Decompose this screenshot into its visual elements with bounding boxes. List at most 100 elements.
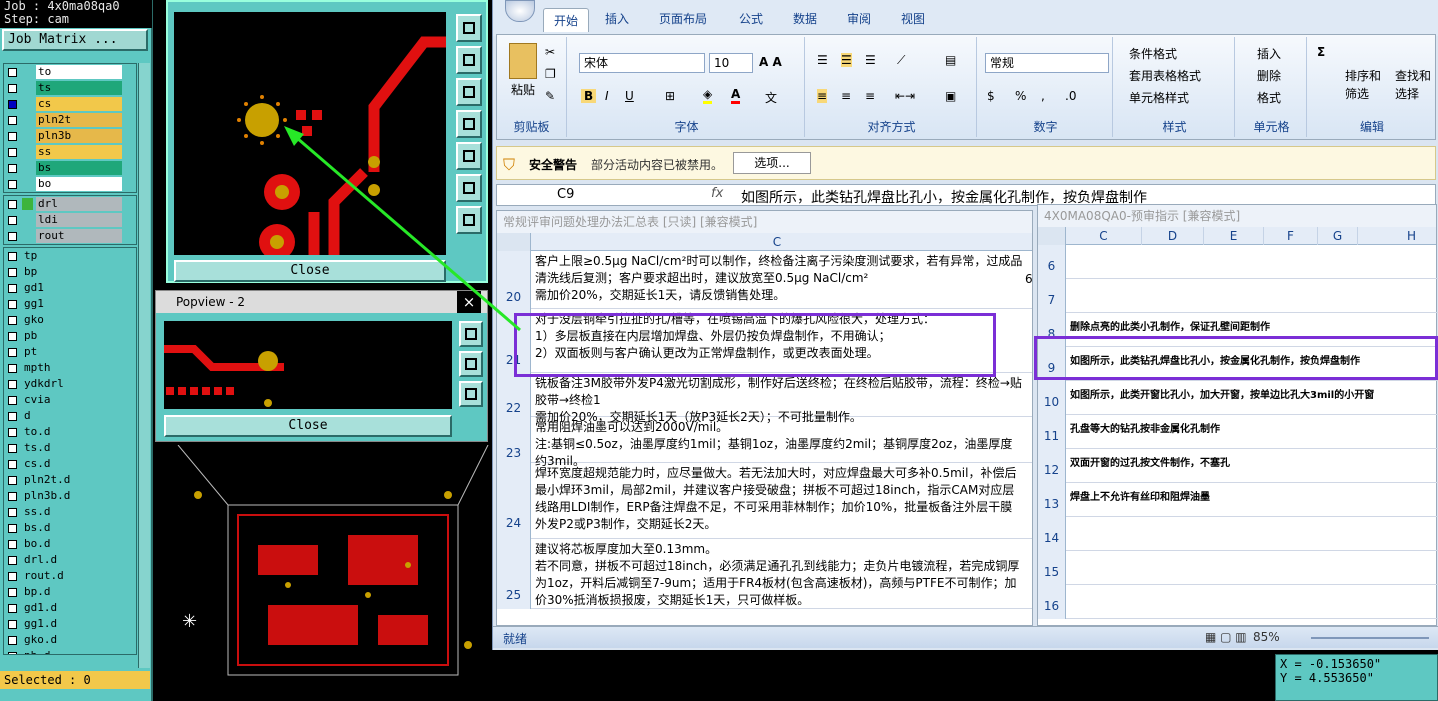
row-header[interactable]: 15 — [1038, 551, 1066, 585]
sort-filter-button[interactable]: 排序和 — [1345, 67, 1381, 84]
cell-text[interactable]: 删除点亮的此类小孔制作，保证孔壁间距制作 — [1070, 321, 1436, 335]
layer-row[interactable]: bs.d — [4, 520, 136, 536]
align-top-icon[interactable]: ☰ — [817, 53, 828, 67]
layer-row[interactable]: bo — [4, 176, 136, 192]
table-row[interactable]: 11 孔盘等大的钻孔按非金属化孔制作 — [1038, 415, 1438, 449]
column-header[interactable]: C — [1066, 227, 1142, 245]
align-right-icon[interactable]: ≡ — [865, 89, 875, 103]
ribbon-tab[interactable]: 公式 — [739, 10, 763, 27]
format-as-table-button[interactable]: 套用表格格式 — [1129, 67, 1201, 84]
font-name-select[interactable]: 宋体 — [579, 53, 705, 73]
layer-checkbox[interactable] — [8, 215, 17, 225]
layer-row[interactable]: pb — [4, 328, 136, 344]
paste-icon[interactable] — [509, 43, 537, 79]
layer-checkbox[interactable] — [8, 199, 17, 209]
layer-checkbox[interactable] — [8, 83, 17, 93]
border-icon[interactable]: ⊞ — [665, 89, 675, 103]
row-header[interactable]: 6 — [1038, 245, 1066, 279]
layer-row[interactable]: rout.d — [4, 568, 136, 584]
pan-right-tool[interactable] — [456, 142, 482, 170]
table-row[interactable]: 10 如图所示，此类开窗比孔小，加大开窗，按单边比孔大3mil的小开窗 — [1038, 381, 1438, 415]
cell-text[interactable]: 客户上限≥0.5μg NaCl/cm²时可以制作，终检备注离子污染度测试要求，若… — [535, 253, 1023, 304]
popview-up-tool[interactable] — [459, 351, 483, 377]
zoom-out-tool[interactable] — [456, 206, 482, 234]
cell-text[interactable]: 焊环宽度超规范能力时，应尽量做大。若无法加大时，对应焊盘最大可多补0.5mil，… — [535, 465, 1023, 533]
zoom-slider[interactable] — [1311, 637, 1429, 639]
layer-row[interactable]: mpth — [4, 360, 136, 376]
layer-checkbox[interactable] — [8, 587, 17, 597]
cell-text[interactable]: 建议将芯板厚度加大至0.13mm。 若不同意，拼板不可超过18inch，必须满足… — [535, 541, 1023, 609]
layer-row[interactable]: drl — [4, 196, 136, 212]
copy-icon[interactable]: ❐ — [545, 67, 556, 81]
table-row[interactable]: 13 焊盘上不允许有丝印和阻焊油墨 — [1038, 483, 1438, 517]
format-button[interactable]: 格式 — [1257, 89, 1281, 106]
table-row[interactable]: 12 双面开窗的过孔按文件制作，不塞孔 — [1038, 449, 1438, 483]
bold-button[interactable]: B — [581, 89, 597, 103]
table-row[interactable]: 7 — [1038, 279, 1438, 313]
layer-row[interactable]: pln3b.d — [4, 488, 136, 504]
layer-row[interactable]: bp.d — [4, 584, 136, 600]
cell-styles-button[interactable]: 单元格样式 — [1129, 89, 1189, 106]
column-header[interactable]: H — [1358, 227, 1438, 245]
cell-text[interactable]: 双面开窗的过孔按文件制作，不塞孔 — [1070, 457, 1436, 471]
select-all-corner-right[interactable] — [1038, 227, 1066, 245]
layer-row[interactable]: pln2t.d — [4, 472, 136, 488]
row-header[interactable]: 20 — [497, 251, 531, 309]
layer-row[interactable]: tp — [4, 248, 136, 264]
column-c-header[interactable]: C — [531, 233, 1023, 251]
ribbon-tab[interactable]: 审阅 — [847, 10, 871, 27]
layer-checkbox[interactable] — [8, 115, 17, 125]
table-row[interactable]: 20 客户上限≥0.5μg NaCl/cm²时可以制作，终检备注离子污染度测试要求… — [497, 251, 1032, 309]
ribbon-tab[interactable]: 开始 — [543, 8, 590, 32]
popview-close-icon[interactable]: × — [457, 291, 481, 313]
layer-row[interactable]: bp — [4, 264, 136, 280]
currency-icon[interactable]: $ — [987, 89, 995, 103]
table-row[interactable]: 25 建议将芯板厚度加大至0.13mm。 若不同意，拼板不可超过18inch，必须… — [497, 539, 1032, 609]
row-header[interactable]: 11 — [1038, 415, 1066, 449]
column-header[interactable]: G — [1318, 227, 1358, 245]
decimal-icon[interactable]: .0 — [1065, 89, 1076, 103]
layer-row[interactable]: pln2t — [4, 112, 136, 128]
pan-up-tool[interactable] — [456, 46, 482, 74]
layer-row[interactable]: ydkdrl — [4, 376, 136, 392]
delete-button[interactable]: 删除 — [1257, 67, 1281, 84]
layer-checkbox[interactable] — [8, 363, 17, 373]
underline-button[interactable]: U — [625, 89, 634, 103]
layer-checkbox[interactable] — [8, 267, 17, 277]
pcb-zoom-view[interactable] — [174, 12, 446, 255]
table-row[interactable]: 15 — [1038, 551, 1438, 585]
ribbon-tab[interactable]: 数据 — [793, 10, 817, 27]
font-color-icon[interactable]: A — [731, 87, 741, 104]
pan-left-tool[interactable] — [456, 110, 482, 138]
paste-button[interactable]: 粘贴 — [511, 81, 535, 98]
layer-row[interactable]: gg1 — [4, 296, 136, 312]
cell-text[interactable]: 焊盘上不允许有丝印和阻焊油墨 — [1070, 491, 1436, 505]
layer-row[interactable]: bo.d — [4, 536, 136, 552]
ribbon-tab[interactable]: 插入 — [605, 10, 629, 27]
format-painter-icon[interactable]: ✎ — [545, 89, 555, 103]
layer-checkbox[interactable] — [8, 651, 17, 654]
row-header[interactable]: 24 — [497, 463, 531, 539]
conditional-format-button[interactable]: 条件格式 — [1129, 45, 1177, 62]
layer-row[interactable]: d — [4, 408, 136, 424]
table-row[interactable]: 16 — [1038, 585, 1438, 619]
layer-checkbox[interactable] — [8, 459, 17, 469]
font-size-select[interactable]: 10 — [709, 53, 753, 73]
row-header[interactable]: 7 — [1038, 279, 1066, 313]
orientation-icon[interactable]: ⟋ — [897, 53, 905, 68]
layer-row[interactable]: to.d — [4, 424, 136, 440]
layer-row[interactable]: cs.d — [4, 456, 136, 472]
zoom-in-tool[interactable] — [456, 174, 482, 202]
fill-color-icon[interactable]: ◈ — [703, 87, 713, 104]
layer-checkbox[interactable] — [8, 315, 17, 325]
layer-checkbox[interactable] — [8, 67, 17, 77]
layer-list-scrollbar[interactable] — [138, 63, 150, 668]
layer-row[interactable]: gko.d — [4, 632, 136, 648]
align-middle-icon[interactable]: ☰ — [841, 53, 852, 67]
layer-row[interactable]: rout — [4, 228, 136, 244]
select-label[interactable]: 选择 — [1395, 85, 1419, 102]
layer-checkbox[interactable] — [8, 283, 17, 293]
align-left-icon[interactable]: ≡ — [817, 89, 828, 103]
column-header[interactable]: D — [1142, 227, 1204, 245]
layer-checkbox[interactable] — [8, 299, 17, 309]
